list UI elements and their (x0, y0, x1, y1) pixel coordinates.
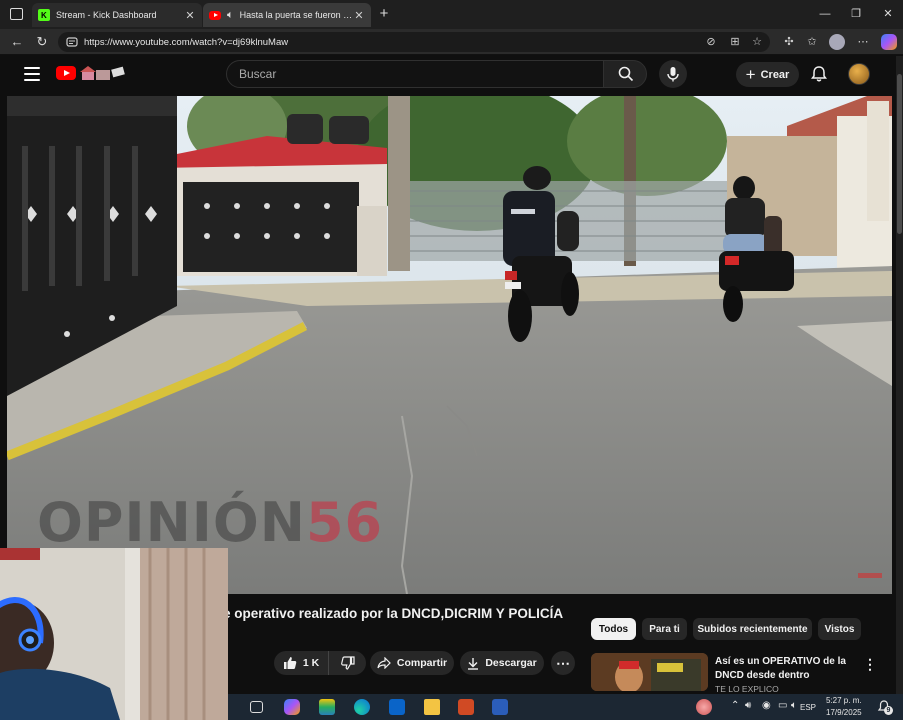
address-bar-row: ← ↻ https://www.youtube.com/watch?v=dj69… (0, 29, 903, 55)
plus-icon: + (745, 65, 756, 84)
more-actions-button[interactable]: ⋯ (551, 651, 575, 675)
edge-browser-icon[interactable] (354, 699, 370, 715)
webcam-feed (0, 548, 228, 720)
dislike-button[interactable] (328, 651, 366, 675)
voice-search-button[interactable] (659, 60, 687, 88)
share-icon (377, 657, 391, 669)
search-button[interactable] (603, 60, 647, 88)
favorite-star-icon[interactable]: ☆ (749, 34, 765, 50)
search-icon (618, 66, 634, 82)
camera-icon[interactable]: ◉ (762, 700, 771, 711)
recommended-more-icon[interactable]: ⋮ (863, 656, 877, 673)
new-tab-icon[interactable]: + (375, 6, 393, 22)
chevron-up-icon[interactable]: ⌃ (731, 700, 739, 711)
notification-count: 9 (884, 706, 893, 715)
speaker-tray-icon[interactable]: 🔈︎ (791, 700, 797, 711)
extensions-icon[interactable]: ✣ (781, 34, 797, 50)
more-horizontal-icon: ⋯ (556, 654, 570, 671)
scrollbar-thumb[interactable] (897, 74, 902, 234)
youtube-logo[interactable] (56, 66, 76, 80)
url-field[interactable]: https://www.youtube.com/watch?v=dj69klnu… (58, 32, 770, 52)
minimize-icon[interactable]: — (816, 6, 834, 22)
translate-icon[interactable]: ⊘ (703, 34, 719, 50)
file-explorer-icon[interactable] (424, 699, 440, 715)
volume-icon[interactable]: 🔊︎ (745, 700, 751, 711)
menu-icon[interactable] (24, 67, 40, 81)
clock-date[interactable]: 17/9/2025 (826, 708, 862, 717)
copilot-app-icon[interactable] (284, 699, 300, 715)
youtube-doodle[interactable] (80, 65, 126, 81)
chip-vistos[interactable]: Vistos (818, 618, 861, 640)
chip-para-ti[interactable]: Para ti (642, 618, 687, 640)
video-title: e operativo realizado por la DNCD,DICRIM… (223, 606, 564, 621)
download-icon (468, 657, 479, 670)
video-player[interactable]: OPINIÓN56 (7, 96, 892, 594)
tab-title: Stream - Kick Dashboard (56, 10, 157, 20)
speaker-icon[interactable]: 🔈︎ (227, 9, 234, 22)
windows-taskbar: ⌃ 🔊︎ ◉ ▭ 🔈︎ ESP 5:27 p. m. 17/9/2025 9 (228, 694, 903, 720)
recommended-channel-name[interactable]: TE LO EXPLICO (715, 684, 779, 694)
language-indicator[interactable]: ESP (800, 703, 816, 712)
maximize-icon[interactable]: ❐ (847, 6, 865, 22)
back-icon[interactable]: ← (8, 33, 26, 51)
close-window-icon[interactable]: ✕ (879, 6, 897, 22)
thumbnail-image (591, 653, 708, 691)
youtube-icon (209, 10, 221, 20)
thumbs-down-icon (340, 656, 355, 670)
webcam-overlay (0, 548, 228, 720)
recommended-video-thumbnail[interactable] (591, 653, 708, 691)
tab-youtube-video[interactable]: 🔈︎ Hasta la puerta se fueron en ✕ (203, 3, 371, 27)
microphone-icon (667, 67, 679, 82)
thumbs-up-icon (283, 657, 297, 669)
network-icon[interactable]: ▭ (778, 700, 787, 711)
share-button[interactable]: Compartir (370, 651, 454, 675)
watermark-logo: OPINIÓN56 (37, 491, 384, 554)
kick-icon: K (38, 9, 50, 21)
refresh-icon[interactable]: ↻ (33, 33, 51, 51)
create-button[interactable]: + Crear (736, 62, 799, 87)
outlook-icon[interactable] (389, 699, 405, 715)
page-scrollbar[interactable] (896, 56, 903, 694)
weather-icon[interactable] (696, 699, 712, 715)
tab-title: Hasta la puerta se fueron en (239, 10, 353, 20)
profile-avatar-icon[interactable] (829, 34, 845, 50)
youtube-masthead: Buscar + Crear (7, 56, 896, 94)
browser-tab-bar: K Stream - Kick Dashboard ✕ 🔈︎ Hasta la … (0, 0, 903, 29)
download-button[interactable]: Descargar (460, 651, 544, 675)
url-text: https://www.youtube.com/watch?v=dj69klnu… (84, 36, 289, 48)
account-avatar[interactable] (848, 63, 870, 85)
powerpoint-icon[interactable] (458, 699, 474, 715)
copilot-icon[interactable] (881, 34, 897, 50)
close-tab-icon[interactable]: ✕ (353, 9, 365, 22)
tab-kick-dashboard[interactable]: K Stream - Kick Dashboard ✕ (32, 3, 202, 27)
recommended-video-title[interactable]: Así es un OPERATIVO de la DNCD desde den… (715, 655, 855, 683)
app-layers-icon[interactable] (319, 699, 335, 715)
tab-actions-icon[interactable] (10, 8, 23, 20)
notification-center-icon[interactable]: 9 (876, 699, 893, 715)
chip-subidos-recientemente[interactable]: Subidos recientemente (693, 618, 812, 640)
create-label: Crear (760, 68, 790, 81)
task-view-icon[interactable] (250, 701, 263, 713)
site-info-icon[interactable] (66, 36, 78, 48)
favorites-icon[interactable]: ✩ (804, 34, 820, 50)
search-input[interactable]: Buscar (226, 60, 604, 88)
like-count: 1 K (302, 657, 320, 669)
download-label: Descargar (485, 657, 537, 669)
chip-todos[interactable]: Todos (591, 618, 636, 640)
clock-time[interactable]: 5:27 p. m. (826, 696, 862, 705)
app-available-icon[interactable]: ⊞ (727, 34, 743, 50)
like-button[interactable]: 1 K (274, 651, 328, 675)
settings-menu-icon[interactable]: ⋯ (855, 34, 871, 50)
notifications-bell-icon[interactable] (809, 64, 829, 84)
share-label: Compartir (396, 657, 448, 669)
channel-corner-logo (858, 573, 882, 578)
word-icon[interactable] (492, 699, 508, 715)
close-tab-icon[interactable]: ✕ (184, 9, 196, 22)
